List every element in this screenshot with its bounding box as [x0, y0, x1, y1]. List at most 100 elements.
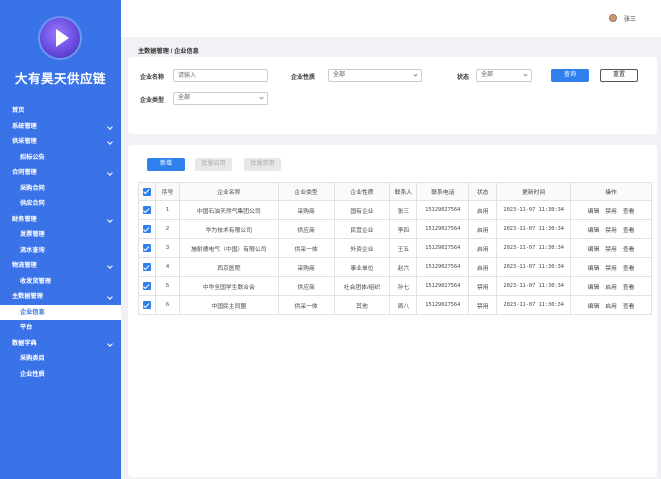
sidebar-item[interactable]: 主数据管理	[0, 289, 121, 305]
avatar[interactable]	[609, 14, 617, 22]
chevron-down-icon	[107, 340, 113, 347]
sidebar-item-label: 收发货管理	[20, 277, 51, 285]
sidebar-item[interactable]: 平台	[0, 320, 121, 336]
chevron-down-icon	[259, 95, 264, 100]
column-header: 更新时间	[496, 182, 572, 201]
sidebar-item-label: 系统管理	[12, 122, 37, 130]
cell-nature: 外资企业	[333, 238, 391, 258]
status-label: 状态	[457, 75, 470, 81]
nature-label: 企业性质	[291, 75, 316, 81]
row-action-link[interactable]: 禁用	[605, 206, 617, 215]
row-checkbox[interactable]	[138, 238, 156, 258]
table-row: 4 西京医院 采购商 事业单位 赵六 15129027564 启用 2023-11-07 11…	[138, 257, 652, 277]
sidebar-item[interactable]: 企业性质	[0, 367, 121, 383]
cell-updated: 2023-11-07 11:30:34	[496, 200, 572, 220]
select-all-checkbox[interactable]	[138, 182, 156, 201]
row-action-link[interactable]: 编辑	[588, 282, 600, 291]
sidebar-item[interactable]: 招标公告	[0, 150, 121, 166]
sidebar-item-label: 供应合同	[20, 200, 45, 207]
cell-actions: 编辑 禁用 查看	[570, 238, 652, 258]
batch-disable-button[interactable]: 批量禁用	[244, 158, 281, 171]
cell-name: 中华全国学生联合会	[178, 276, 279, 296]
sidebar-item-label: 招标公告	[20, 153, 45, 161]
cell-updated: 2023-11-07 11:30:34	[496, 257, 572, 277]
company-name-label: 企业名称	[140, 75, 165, 81]
row-checkbox[interactable]	[138, 257, 156, 277]
table-row: 6 中国民主同盟 供采一体 其他 周八 15129027564 禁用 2023-11-07 1…	[138, 295, 652, 315]
nature-select-value: 全部	[333, 72, 346, 78]
nature-select[interactable]: 全部	[328, 69, 422, 82]
cell-actions: 编辑 启用 查看	[570, 276, 652, 296]
row-action-link[interactable]: 编辑	[588, 225, 600, 234]
cell-contact: 赵六	[389, 257, 418, 277]
search-button[interactable]: 查询	[551, 69, 589, 82]
cell-no: 2	[154, 219, 180, 239]
sidebar-item[interactable]: 首页	[0, 103, 121, 119]
cell-updated: 2023-11-07 11:30:34	[496, 238, 572, 258]
cell-type: 供应商	[277, 219, 335, 239]
add-button[interactable]: 新增	[147, 158, 185, 171]
sidebar-item[interactable]: 流水查询	[0, 243, 121, 259]
sidebar-item[interactable]: 供采管理	[0, 134, 121, 150]
row-action-link[interactable]: 启用	[605, 301, 617, 310]
sidebar-item[interactable]: 数据字典	[0, 336, 121, 352]
table-row: 5 中华全国学生联合会 供应商 社会团体/组织 孙七 15129027564 禁用 2023-…	[138, 276, 652, 296]
sidebar-item[interactable]: 发票管理	[0, 227, 121, 243]
sidebar-item[interactable]: 合同管理	[0, 165, 121, 181]
row-action-link[interactable]: 启用	[605, 282, 617, 291]
row-action-link[interactable]: 查看	[623, 225, 635, 234]
reset-button[interactable]: 重置	[600, 69, 638, 82]
chevron-down-icon	[107, 170, 113, 176]
column-header: 企业名称	[178, 182, 279, 201]
sidebar-item-label: 财务管理	[12, 215, 37, 223]
row-action-link[interactable]: 编辑	[588, 244, 600, 253]
sidebar-item[interactable]: 财务管理	[0, 212, 121, 228]
chevron-down-icon	[107, 216, 113, 223]
batch-enable-button[interactable]: 批量启用	[195, 158, 232, 171]
sidebar-item[interactable]: 企业信息	[0, 304, 121, 320]
row-action-link[interactable]: 编辑	[588, 263, 600, 272]
cell-status: 禁用	[468, 276, 498, 296]
cell-name: 华为技术有限公司	[178, 219, 279, 239]
cell-status: 启用	[468, 219, 498, 239]
cell-no: 1	[154, 200, 180, 220]
sidebar-item[interactable]: 采购合同	[0, 181, 121, 197]
sidebar-item[interactable]: 采购类目	[0, 351, 121, 367]
row-action-link[interactable]: 禁用	[605, 244, 617, 253]
sidebar-item[interactable]: 供应合同	[0, 196, 121, 212]
breadcrumb: 主数据管理 / 企业信息	[138, 48, 199, 55]
sidebar-item-label: 主数据管理	[12, 293, 43, 300]
type-label: 企业类型	[140, 98, 165, 104]
status-select[interactable]: 全部	[476, 69, 532, 82]
cell-no: 5	[154, 276, 180, 296]
user-name[interactable]: 张三	[624, 14, 636, 23]
company-table: 序号 企业名称 企业类型 企业性质 联系人 联系电话 状态 更新时间 操作 1中…	[138, 182, 652, 315]
row-checkbox[interactable]	[138, 295, 156, 315]
brand-title: 大有昊天供应链	[14, 72, 106, 86]
table-row: 2 华为技术有限公司 供应商 民营企业 李四 15129027564 启用 2023-11-0…	[138, 219, 652, 239]
row-action-link[interactable]: 禁用	[605, 263, 617, 272]
type-select[interactable]: 全部	[173, 92, 268, 105]
row-checkbox[interactable]	[138, 276, 156, 296]
row-checkbox[interactable]	[138, 219, 156, 239]
row-action-link[interactable]: 编辑	[588, 206, 600, 215]
sidebar-item[interactable]: 物流管理	[0, 258, 121, 274]
row-action-link[interactable]: 查看	[623, 282, 635, 291]
company-name-input[interactable]	[173, 69, 268, 82]
cell-phone: 15129027564	[416, 200, 470, 220]
row-action-link[interactable]: 查看	[623, 206, 635, 215]
sidebar-item[interactable]: 收发货管理	[0, 274, 121, 290]
sidebar-item-label: 平台	[20, 324, 33, 331]
cell-no: 3	[154, 238, 180, 258]
sidebar-item[interactable]: 系统管理	[0, 119, 121, 135]
row-action-link[interactable]: 编辑	[588, 301, 600, 310]
table-row: 1 中国石油天然气集团公司 采购商 国有企业 张三 15129027564 启用 2023-1…	[138, 200, 652, 220]
row-action-link[interactable]: 查看	[623, 263, 635, 272]
row-action-link[interactable]: 查看	[623, 301, 635, 310]
column-header: 状态	[468, 182, 498, 201]
cell-updated: 2023-11-07 11:30:34	[496, 276, 572, 296]
row-checkbox[interactable]	[138, 200, 156, 220]
row-action-link[interactable]: 查看	[623, 244, 635, 253]
row-action-link[interactable]: 禁用	[605, 225, 617, 234]
cell-phone: 15129027564	[416, 276, 470, 296]
